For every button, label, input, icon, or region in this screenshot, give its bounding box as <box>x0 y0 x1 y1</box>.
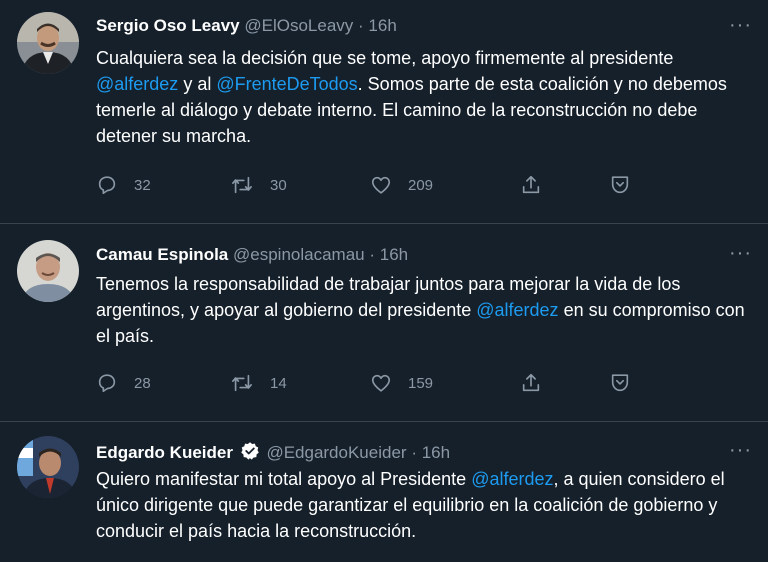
mention-link[interactable]: @FrenteDeTodos <box>216 74 357 94</box>
tweet-header: Sergio Oso Leavy @ElOsoLeavy · 16h <box>96 16 397 36</box>
separator-dot: · <box>369 245 376 264</box>
retweet-count: 30 <box>270 176 287 194</box>
text-segment: y al <box>178 74 217 94</box>
tweet-actions: 28 14 159 <box>96 372 656 396</box>
verified-icon <box>240 442 259 460</box>
display-name[interactable]: Sergio Oso Leavy <box>96 16 240 35</box>
retweet-button[interactable]: 30 <box>230 174 287 196</box>
tweet-header: Camau Espinola @espinolacamau · 16h <box>96 245 408 265</box>
mention-link[interactable]: @alferdez <box>96 74 178 94</box>
tweet-3[interactable]: Edgardo Kueider @EdgardoKueider · 16h ··… <box>0 422 768 562</box>
share-button[interactable] <box>520 174 542 196</box>
avatar[interactable] <box>17 436 79 498</box>
reply-count: 28 <box>134 374 151 392</box>
reply-button[interactable]: 28 <box>96 372 151 394</box>
retweet-icon <box>232 374 252 392</box>
reply-icon <box>98 176 116 195</box>
tweet-text: Tenemos la responsabilidad de trabajar j… <box>96 271 760 349</box>
reply-icon <box>98 374 116 393</box>
text-segment: Cualquiera sea la decisión que se tome, … <box>96 48 674 68</box>
retweet-count: 14 <box>270 374 287 392</box>
timestamp[interactable]: 16h <box>380 245 408 264</box>
mention-link[interactable]: @alferdez <box>476 300 558 320</box>
share-icon <box>522 373 540 392</box>
share-icon <box>522 175 540 194</box>
avatar[interactable] <box>17 240 79 302</box>
like-icon <box>371 374 391 392</box>
display-name[interactable]: Camau Espinola <box>96 245 228 264</box>
display-name[interactable]: Edgardo Kueider <box>96 443 233 462</box>
reply-button[interactable]: 32 <box>96 174 151 196</box>
username[interactable]: @ElOsoLeavy <box>244 16 353 35</box>
mention-link[interactable]: @alferdez <box>471 469 553 489</box>
like-button[interactable]: 159 <box>370 372 433 394</box>
tweet-header: Edgardo Kueider @EdgardoKueider · 16h <box>96 441 450 463</box>
like-icon <box>371 176 391 194</box>
like-count: 159 <box>408 374 434 392</box>
more-icon[interactable]: ··· <box>729 243 752 263</box>
like-count: 209 <box>408 176 434 194</box>
like-button[interactable]: 209 <box>370 174 433 196</box>
bookmark-icon <box>611 176 629 194</box>
bookmark-button[interactable] <box>609 174 631 196</box>
separator-dot: · <box>411 443 417 462</box>
more-icon[interactable]: ··· <box>729 15 752 35</box>
avatar[interactable] <box>17 12 79 74</box>
tweet-1[interactable]: Sergio Oso Leavy @ElOsoLeavy · 16h ··· C… <box>0 0 768 224</box>
share-button[interactable] <box>520 372 542 394</box>
bookmark-icon <box>611 374 629 392</box>
more-icon[interactable]: ··· <box>729 440 752 460</box>
tweet-2[interactable]: Camau Espinola @espinolacamau · 16h ··· … <box>0 224 768 422</box>
tweet-text: Quiero manifestar mi total apoyo al Pres… <box>96 466 760 544</box>
timestamp[interactable]: 16h <box>368 16 396 35</box>
tweet-actions: 32 30 209 <box>96 174 656 198</box>
timestamp[interactable]: 16h <box>422 443 450 462</box>
tweet-text: Cualquiera sea la decisión que se tome, … <box>96 45 760 149</box>
bookmark-button[interactable] <box>609 372 631 394</box>
retweet-icon <box>232 176 252 194</box>
username[interactable]: @EdgardoKueider <box>266 443 406 462</box>
reply-count: 32 <box>134 176 151 194</box>
retweet-button[interactable]: 14 <box>230 372 287 394</box>
separator-dot: · <box>358 16 364 35</box>
text-segment: Quiero manifestar mi total apoyo al Pres… <box>96 469 472 489</box>
username[interactable]: @espinolacamau <box>233 245 365 264</box>
